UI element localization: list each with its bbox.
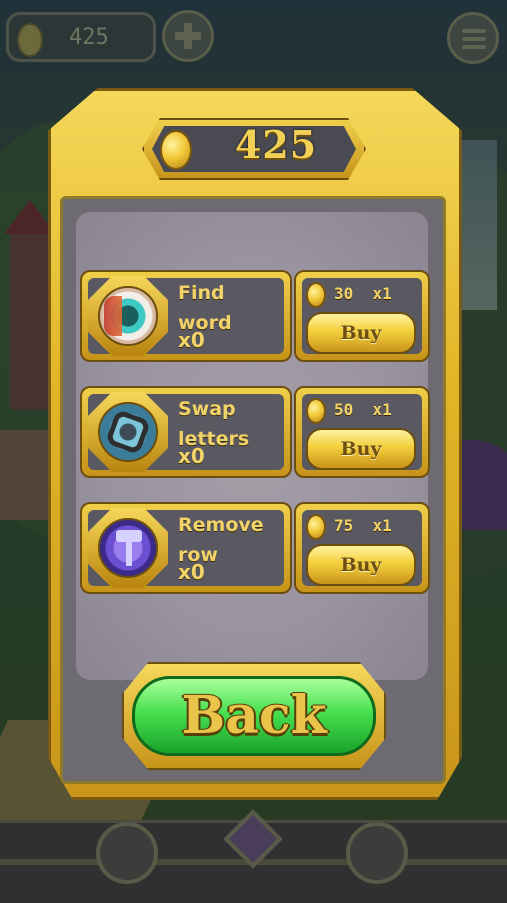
- hud-coin-icon: [17, 23, 43, 57]
- price-coin-icon: [306, 282, 326, 308]
- hud-coin-value: 425: [69, 25, 109, 50]
- buy-button-swap-letters[interactable]: Buy: [306, 428, 416, 470]
- item-price: 75 x1: [334, 516, 392, 535]
- item-count: x0: [178, 444, 205, 468]
- shop-item-find-word: Find word x0 30 x1 Buy: [80, 270, 430, 362]
- price-coin-icon: [306, 514, 326, 540]
- hud-coin-counter: 425: [6, 12, 156, 62]
- coin-total-value: 425: [234, 122, 318, 167]
- menu-button[interactable]: [447, 12, 499, 64]
- hint-lock-button[interactable]: [96, 822, 158, 884]
- add-coins-button[interactable]: [162, 10, 214, 62]
- coin-icon: [160, 130, 192, 170]
- item-price: 30 x1: [334, 284, 392, 303]
- item-price: 50 x1: [334, 400, 392, 419]
- item-count: x0: [178, 560, 205, 584]
- item-count: x0: [178, 328, 205, 352]
- shop-item-swap-letters: Swap letters x0 50 x1 Buy: [80, 386, 430, 478]
- back-button[interactable]: Back: [132, 676, 376, 756]
- buy-button-remove-row[interactable]: Buy: [306, 544, 416, 586]
- hammer-icon: [98, 518, 158, 578]
- swap-letters-icon: [98, 402, 158, 462]
- price-coin-icon: [306, 398, 326, 424]
- buy-button-find-word[interactable]: Buy: [306, 312, 416, 354]
- eye-icon: [98, 286, 158, 346]
- shop-item-remove-row: Remove row x0 75 x1 Buy: [80, 502, 430, 594]
- hint-amulet-button[interactable]: [346, 822, 408, 884]
